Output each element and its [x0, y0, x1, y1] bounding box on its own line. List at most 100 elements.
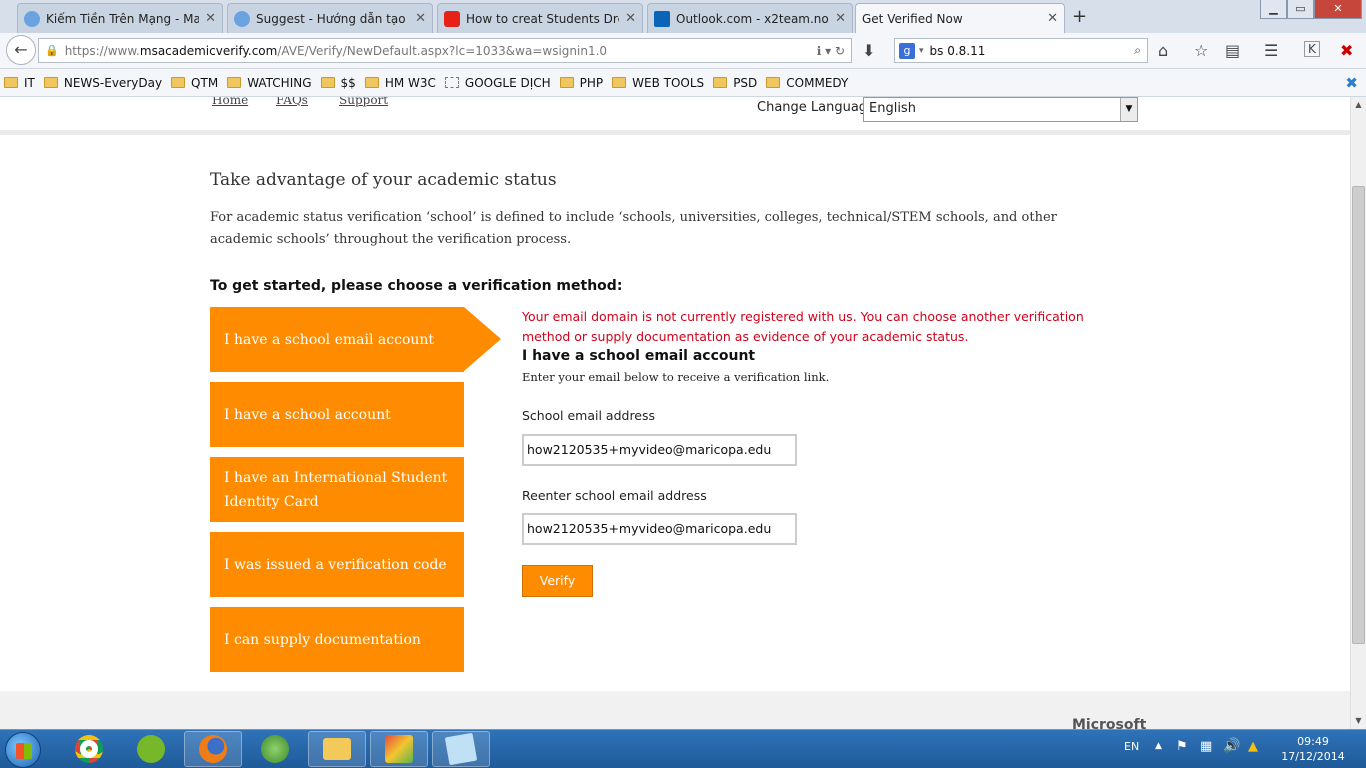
bookmark-star-icon[interactable]: ☆ — [1194, 41, 1208, 60]
reading-list-icon[interactable]: ▤ — [1225, 41, 1240, 60]
email-field[interactable]: how2120535+myvideo@maricopa.edu — [522, 434, 797, 466]
change-language-label: Change Language — [757, 100, 876, 115]
reenter-email-field[interactable]: how2120535+myvideo@maricopa.edu — [522, 513, 797, 545]
folder-icon — [4, 77, 18, 88]
method-label: I can supply documentation — [224, 631, 421, 648]
nav-support-link[interactable]: Support — [339, 97, 388, 107]
show-hidden-icons[interactable]: ▲ — [1155, 741, 1162, 751]
method-label: I was issued a verification code — [224, 556, 447, 573]
search-input[interactable]: bs 0.8.11 — [930, 44, 986, 58]
minimize-button[interactable]: ▁ — [1260, 0, 1287, 19]
method-isic[interactable]: I have an International Student Identity… — [210, 457, 464, 522]
scroll-up-icon[interactable]: ▲ — [1351, 97, 1366, 113]
menu-icon[interactable]: ☰ — [1264, 41, 1278, 60]
bookmark-label: NEWS-EveryDay — [63, 75, 163, 90]
taskbar-chrome[interactable] — [60, 731, 118, 767]
folder-icon — [766, 77, 781, 88]
taskbar-explorer[interactable] — [308, 731, 366, 767]
language-select[interactable]: English ▼ — [863, 97, 1138, 122]
taskbar-network[interactable] — [246, 731, 304, 767]
taskbar-notepad[interactable] — [432, 731, 490, 767]
volume-icon[interactable]: 🔊 — [1223, 738, 1240, 754]
close-tab-icon[interactable]: ✕ — [205, 11, 216, 26]
site-icon — [234, 10, 250, 27]
method-documentation[interactable]: I can supply documentation — [210, 607, 464, 672]
bookmark-folder[interactable]: COMMEDY — [766, 76, 848, 90]
method-school-account[interactable]: I have a school account — [210, 382, 464, 447]
form-title: I have a school email account — [522, 348, 756, 364]
tab-youtube[interactable]: How to creat Students Dre... ✕ — [437, 3, 643, 33]
vertical-scrollbar[interactable]: ▲ ▼ — [1350, 97, 1366, 729]
close-tab-icon[interactable]: ✕ — [415, 11, 426, 26]
close-window-button[interactable]: ✕ — [1314, 0, 1362, 19]
coccoc-icon — [137, 735, 165, 763]
method-label: I have an International Student Identity… — [224, 469, 448, 510]
search-bar[interactable]: g ▾ bs 0.8.11 ⌕ — [894, 38, 1148, 63]
folder-icon — [364, 77, 379, 88]
chevron-down-icon[interactable]: ▾ — [919, 46, 924, 56]
taskbar-coccoc[interactable] — [122, 731, 180, 767]
home-icon[interactable]: ⌂ — [1158, 41, 1168, 60]
folder-icon — [43, 77, 58, 88]
method-school-email[interactable]: I have a school email account — [210, 307, 501, 372]
bookmark-folder[interactable]: NEWS-EveryDay — [43, 75, 163, 90]
navigation-toolbar: ← 🔒 https://www. msacademicverify.com/AVE… — [0, 33, 1366, 69]
taskbar-app[interactable] — [370, 731, 428, 767]
folder-icon — [171, 77, 186, 88]
bookmark-folder[interactable]: PSD — [713, 76, 757, 90]
nav-faqs-link[interactable]: FAQs — [276, 97, 308, 107]
bookmark-label: QTM — [191, 75, 219, 90]
page-title: Take advantage of your academic status — [210, 170, 557, 190]
close-tab-icon[interactable]: ✕ — [625, 11, 636, 26]
clock-time: 09:49 — [1297, 735, 1329, 748]
globe-icon — [261, 735, 289, 763]
tab-get-verified[interactable]: Get Verified Now ✕ — [855, 3, 1065, 33]
nav-home-link[interactable]: Home — [212, 97, 248, 107]
bookmark-folder[interactable]: WEB TOOLS — [612, 76, 704, 90]
addon-k-icon[interactable]: K — [1304, 41, 1320, 57]
folder-icon — [559, 77, 574, 88]
app-icon — [385, 735, 413, 763]
addon-icon[interactable]: ✖ — [1340, 41, 1353, 60]
bookmark-item[interactable]: GOOGLE DỊCH — [444, 75, 551, 90]
taskbar-firefox[interactable] — [184, 731, 242, 767]
bookmark-folder[interactable]: IT — [4, 76, 35, 90]
bookmark-folder[interactable]: QTM — [171, 76, 218, 90]
chrome-icon — [75, 735, 103, 763]
close-tab-icon[interactable]: ✕ — [1047, 11, 1058, 26]
bookmark-folder[interactable]: PHP — [559, 76, 603, 90]
scroll-thumb[interactable] — [1352, 186, 1365, 644]
bookmark-folder[interactable]: $$ — [320, 76, 356, 90]
verify-button[interactable]: Verify — [522, 565, 593, 597]
folder-icon — [713, 77, 728, 88]
reload-icon[interactable]: ℹ ▾ ↻ — [817, 44, 845, 58]
close-bar-icon[interactable]: ✖ — [1345, 74, 1358, 92]
back-button[interactable]: ← — [6, 35, 36, 65]
chevron-down-icon[interactable]: ▼ — [1120, 98, 1137, 121]
maximize-button[interactable]: ▭ — [1287, 0, 1314, 19]
tab-kiem-tien[interactable]: Kiếm Tiền Trên Mạng - Ma... ✕ — [17, 3, 223, 33]
new-tab-button[interactable]: + — [1072, 6, 1087, 27]
google-icon[interactable]: g — [899, 42, 915, 59]
download-icon[interactable]: ⬇ — [862, 41, 875, 60]
close-tab-icon[interactable]: ✕ — [835, 11, 846, 26]
network-icon[interactable]: ▦ — [1200, 739, 1212, 754]
bookmarks-toolbar: IT NEWS-EveryDay QTM WATCHING $$ HM W3C … — [0, 69, 1366, 97]
system-clock[interactable]: 09:49 17/12/2014 — [1280, 734, 1346, 764]
tab-suggest[interactable]: Suggest - Hướng dẫn tạo t... ✕ — [227, 3, 433, 33]
url-path: /AVE/Verify/NewDefault.aspx?lc=1033&wa=w… — [277, 43, 608, 58]
scroll-down-icon[interactable]: ▼ — [1351, 713, 1366, 729]
search-icon[interactable]: ⌕ — [1134, 43, 1141, 58]
page-content: Home FAQs Support Change Language Englis… — [0, 97, 1350, 729]
drive-icon[interactable]: ▲ — [1248, 739, 1258, 754]
bookmark-folder[interactable]: WATCHING — [227, 76, 312, 90]
bookmark-label: GOOGLE DỊCH — [464, 75, 551, 90]
start-button[interactable] — [5, 732, 41, 768]
method-verification-code[interactable]: I was issued a verification code — [210, 532, 464, 597]
bookmark-folder[interactable]: HM W3C — [364, 76, 436, 90]
description-text: For academic status verification ‘school… — [210, 210, 1057, 247]
address-bar[interactable]: 🔒 https://www. msacademicverify.com/AVE/V… — [38, 38, 852, 63]
tab-outlook[interactable]: Outlook.com - x2team.no1... ✕ — [647, 3, 853, 33]
language-indicator[interactable]: EN — [1124, 740, 1139, 753]
flag-icon[interactable]: ⚑ — [1176, 739, 1188, 754]
